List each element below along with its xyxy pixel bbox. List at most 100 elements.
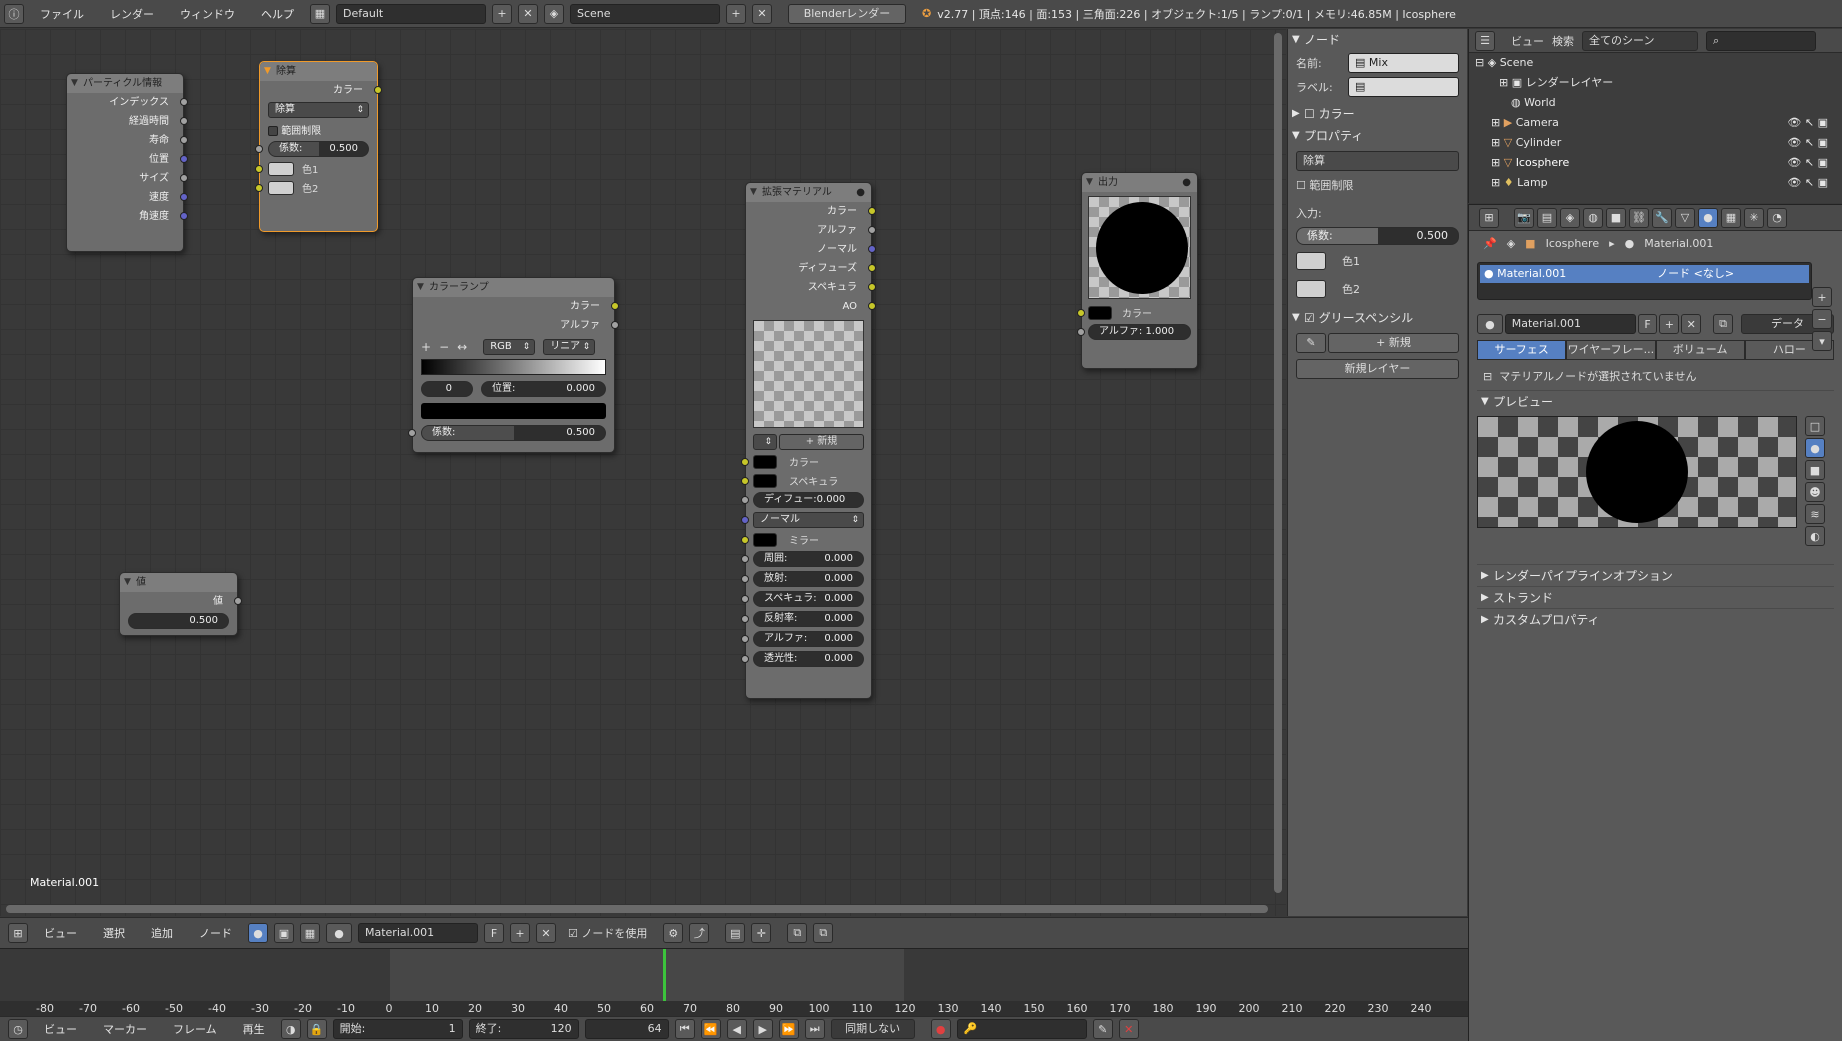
current-frame-field[interactable]: 64 bbox=[584, 1019, 669, 1039]
preview-section-header[interactable]: ▼ プレビュー bbox=[1477, 390, 1834, 412]
outliner-row-lamp[interactable]: ⊞ ♦ Lamp 👁 ↖ ▣ bbox=[1469, 173, 1842, 193]
play-icon[interactable]: ▶ bbox=[752, 1019, 773, 1039]
node-menu-node[interactable]: ノード bbox=[189, 925, 242, 941]
node-material-remove-icon[interactable]: ✕ bbox=[536, 923, 556, 943]
preview-sphere-icon[interactable]: ● bbox=[1805, 438, 1825, 458]
props-type-icon[interactable]: ⊞ bbox=[1479, 207, 1499, 228]
node-section-header[interactable]: ▼ ノード bbox=[1288, 29, 1467, 51]
node-menu-select[interactable]: 選択 bbox=[93, 925, 135, 941]
render-pipeline-section[interactable]: ▶ レンダーパイプラインオプション bbox=[1477, 564, 1834, 586]
outliner-menu-view[interactable]: ビュー bbox=[1511, 33, 1544, 49]
texture-tab-icon[interactable]: ▦ bbox=[1721, 207, 1741, 228]
visibility-eye-icon[interactable]: 👁 ↖ ▣ bbox=[1787, 113, 1828, 133]
tab-surface[interactable]: サーフェス bbox=[1477, 340, 1567, 360]
tab-wireframe[interactable]: ワイヤーフレー... bbox=[1566, 340, 1656, 360]
gp-new-layer-button[interactable]: 新規レイヤー bbox=[1296, 359, 1459, 379]
record-icon[interactable]: ● bbox=[930, 1019, 951, 1039]
material-add-icon[interactable]: + bbox=[1659, 314, 1680, 334]
node-menu-add[interactable]: 追加 bbox=[141, 925, 183, 941]
material-name-field[interactable]: Material.001 bbox=[1504, 314, 1636, 334]
clamp-checkbox[interactable]: ☐ 範囲制限 bbox=[1288, 175, 1467, 195]
delete-key-icon[interactable]: ✕ bbox=[1118, 1019, 1139, 1039]
timeline-area[interactable]: -80 -70 -60 -50 -40 -30 -20 -10 0 10 20 30 40 50 60 70 8… bbox=[0, 948, 1468, 1017]
backdrop-icon[interactable]: ⚙ bbox=[663, 923, 684, 943]
paste-nodes-icon[interactable]: ⧉ bbox=[813, 923, 834, 943]
outliner-row-camera[interactable]: ⊞ ▶ Camera 👁 ↖ ▣ bbox=[1469, 113, 1842, 133]
custom-properties-section[interactable]: ▶ カスタムプロパティ bbox=[1477, 608, 1834, 630]
tab-volume[interactable]: ボリューム bbox=[1655, 340, 1745, 360]
sync-mode-dropdown[interactable]: 同期しない bbox=[830, 1019, 915, 1039]
visibility-eye-icon[interactable]: 👁 ↖ ▣ bbox=[1787, 153, 1828, 173]
slot-add-icon[interactable]: + bbox=[1812, 287, 1832, 307]
particles-tab-icon[interactable]: ✳ bbox=[1744, 207, 1764, 228]
preview-hair-icon[interactable]: ≋ bbox=[1805, 504, 1825, 524]
use-nodes-checkbox[interactable]: ☑ ノードを使用 bbox=[568, 925, 647, 941]
gp-new-button[interactable]: + 新規 bbox=[1328, 333, 1459, 353]
outliner-search-field[interactable]: ⌕ bbox=[1706, 30, 1816, 51]
color-section-header[interactable]: ▶ ☐ カラー bbox=[1288, 103, 1467, 125]
material-remove-icon[interactable]: ✕ bbox=[1681, 314, 1702, 334]
jump-key-forward-icon[interactable]: ⏩ bbox=[778, 1019, 799, 1039]
layout-remove-icon[interactable]: ✕ bbox=[518, 3, 538, 24]
end-frame-field[interactable]: 終了: 120 bbox=[468, 1019, 579, 1039]
layers-tab-icon[interactable]: ▤ bbox=[1537, 207, 1557, 228]
timeline-type-icon[interactable]: ◷ bbox=[8, 1019, 28, 1039]
compositing-nodes-icon[interactable]: ▣ bbox=[274, 923, 294, 943]
lock-range-icon[interactable]: 🔒 bbox=[306, 1019, 327, 1039]
editor-type-info-icon[interactable]: ⓘ bbox=[4, 3, 24, 24]
timeline-menu-marker[interactable]: マーカー bbox=[93, 1021, 157, 1037]
layout-field[interactable]: Default bbox=[336, 3, 486, 24]
scene-icon[interactable]: ◈ bbox=[544, 3, 564, 24]
jump-end-icon[interactable]: ⏭ bbox=[804, 1019, 825, 1039]
visibility-eye-icon[interactable]: 👁 ↖ ▣ bbox=[1787, 173, 1828, 193]
scene-field[interactable]: Scene bbox=[570, 3, 720, 24]
scene-tab-icon[interactable]: ◈ bbox=[1560, 207, 1580, 228]
menu-render[interactable]: レンダー bbox=[100, 6, 164, 22]
node-menu-view[interactable]: ビュー bbox=[34, 925, 87, 941]
material-browse-icon[interactable]: ● bbox=[1477, 314, 1503, 334]
object-tab-icon[interactable]: ■ bbox=[1606, 207, 1626, 228]
npanel-color1-swatch[interactable] bbox=[1296, 252, 1326, 270]
physics-tab-icon[interactable]: ◔ bbox=[1767, 207, 1787, 228]
outliner-menu-search[interactable]: 検索 bbox=[1552, 33, 1574, 49]
fake-user-button[interactable]: F bbox=[1637, 314, 1658, 334]
node-label-field[interactable]: ▤ bbox=[1348, 77, 1459, 97]
preview-range-icon[interactable]: ◑ bbox=[280, 1019, 301, 1039]
snap-mode-icon[interactable]: ✛ bbox=[751, 923, 772, 943]
layout-grid-icon[interactable]: ▦ bbox=[310, 3, 330, 24]
render-tab-icon[interactable]: 📷 bbox=[1514, 207, 1534, 228]
world-tab-icon[interactable]: ◍ bbox=[1583, 207, 1603, 228]
outliner-row-cylinder[interactable]: ⊞ ▽ Cylinder 👁 ↖ ▣ bbox=[1469, 133, 1842, 153]
jump-key-back-icon[interactable]: ⏪ bbox=[700, 1019, 721, 1039]
slot-menu-icon[interactable]: ▾ bbox=[1812, 331, 1832, 351]
menu-window[interactable]: ウィンドウ bbox=[170, 6, 245, 22]
menu-file[interactable]: ファイル bbox=[30, 6, 94, 22]
link-icon[interactable]: ⧉ bbox=[1713, 314, 1733, 334]
menu-help[interactable]: ヘルプ bbox=[251, 6, 304, 22]
preview-flat-icon[interactable]: □ bbox=[1805, 416, 1825, 436]
outliner-row-renderlayers[interactable]: ⊞ ▣ レンダーレイヤー bbox=[1469, 73, 1842, 93]
slot-remove-icon[interactable]: − bbox=[1812, 309, 1832, 329]
pin-icon[interactable]: 📌 bbox=[1483, 237, 1497, 250]
outliner-row-icosphere[interactable]: ⊞ ▽ Icosphere 👁 ↖ ▣ bbox=[1469, 153, 1842, 173]
scene-remove-icon[interactable]: ✕ bbox=[752, 3, 772, 24]
layout-add-icon[interactable]: + bbox=[492, 3, 512, 24]
jump-start-icon[interactable]: ⏮ bbox=[674, 1019, 695, 1039]
grease-pencil-header[interactable]: ▼ ☑ グリースペンシル bbox=[1288, 307, 1467, 329]
blend-op-dropdown[interactable]: 除算 bbox=[1296, 151, 1459, 171]
data-tab-icon[interactable]: ▽ bbox=[1675, 207, 1695, 228]
outliner-type-icon[interactable]: ☰ bbox=[1475, 30, 1495, 51]
material-tab-icon[interactable]: ● bbox=[1698, 207, 1718, 228]
scene-add-icon[interactable]: + bbox=[726, 3, 746, 24]
parent-node-icon[interactable]: ⤴ bbox=[689, 923, 710, 943]
npanel-factor-field[interactable]: 係数: 0.500 bbox=[1296, 227, 1459, 245]
node-fake-user-button[interactable]: F bbox=[484, 923, 504, 943]
node-editor-type-icon[interactable]: ⊞ bbox=[8, 923, 28, 943]
properties-section-header[interactable]: ▼ プロパティ bbox=[1288, 125, 1467, 147]
playhead[interactable] bbox=[663, 949, 666, 1001]
node-editor-canvas[interactable]: ▼ パーティクル情報 インデックス 経過時間 寿命 位置 サイズ 速度 角速度 ▼… bbox=[0, 29, 1286, 916]
strand-section[interactable]: ▶ ストランド bbox=[1477, 586, 1834, 608]
shader-nodes-icon[interactable]: ● bbox=[248, 923, 268, 943]
start-frame-field[interactable]: 開始: 1 bbox=[332, 1019, 463, 1039]
snap-icon[interactable]: ▤ bbox=[725, 923, 746, 943]
